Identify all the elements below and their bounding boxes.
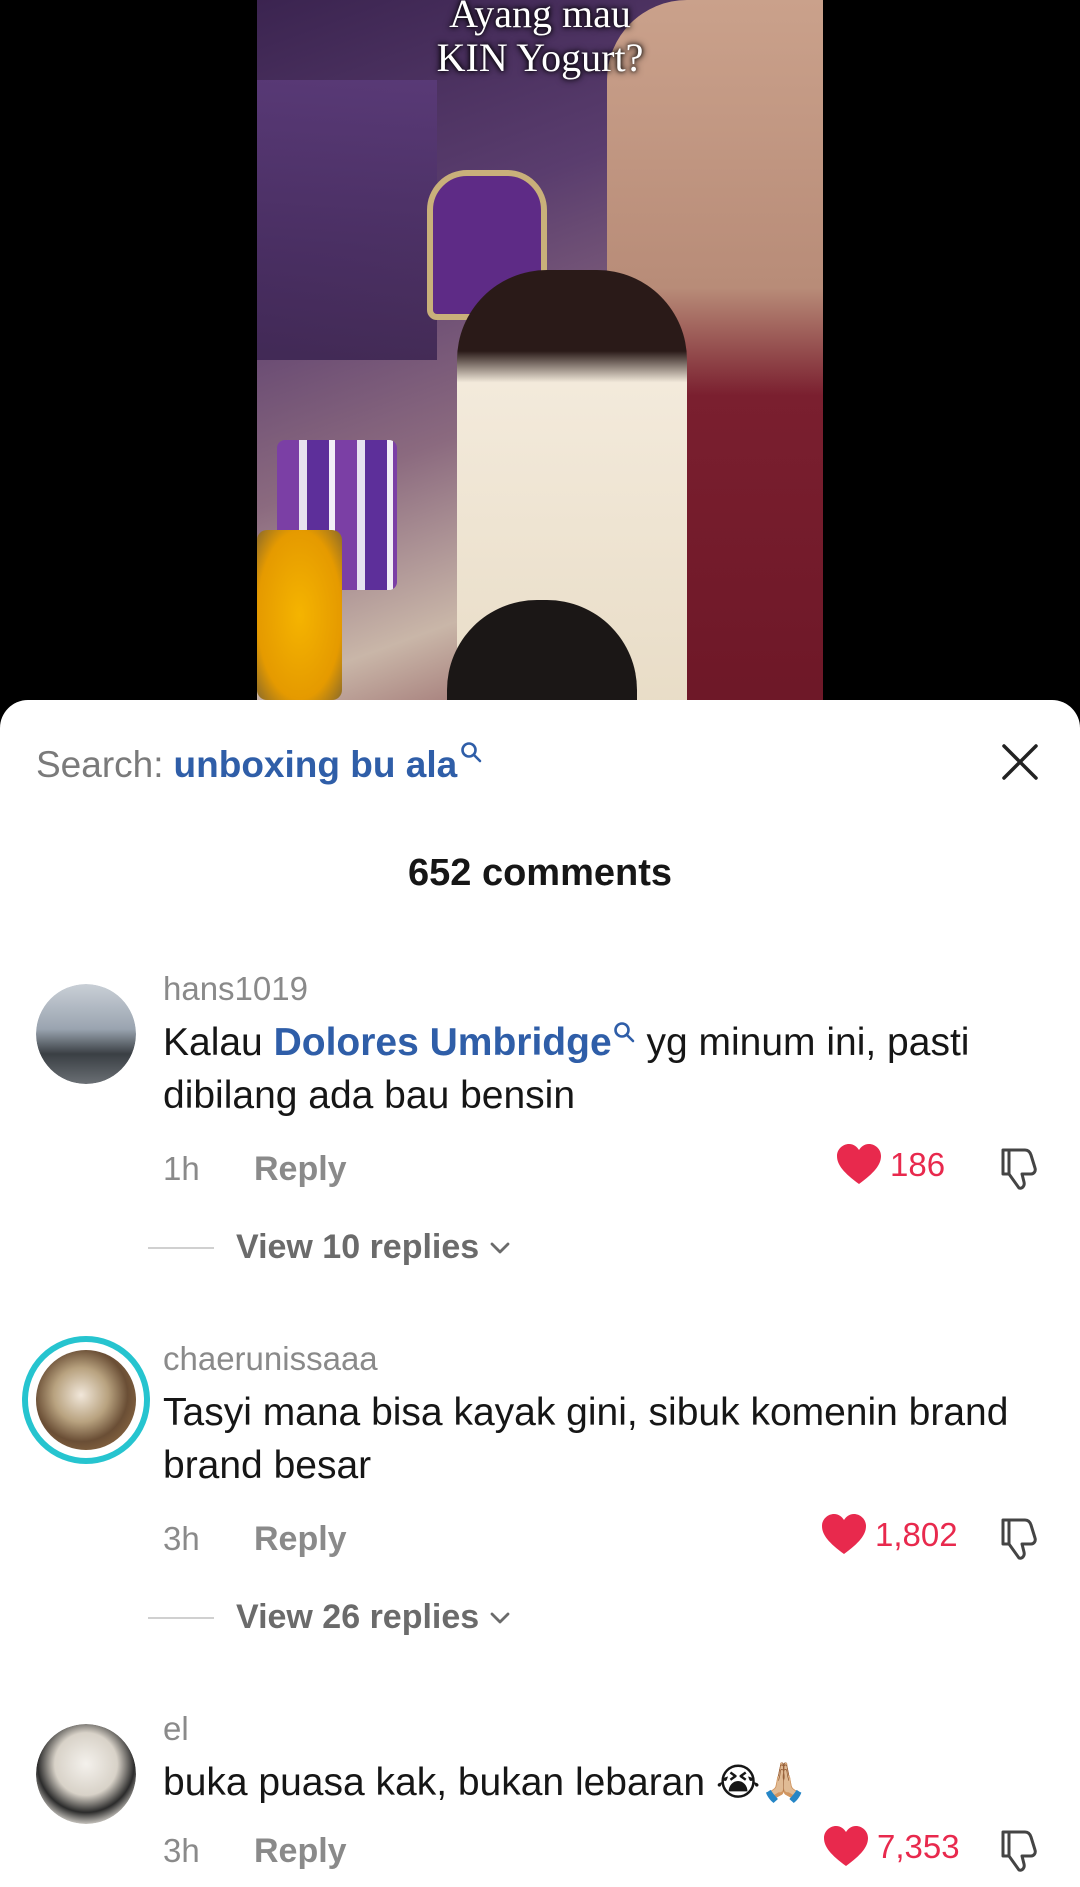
like-count: 7,353 [877, 1828, 960, 1865]
comment-text: Kalau Dolores Umbridge yg minum ini, pas… [163, 1016, 1043, 1122]
view-replies-label: View 26 replies [236, 1598, 480, 1636]
video-caption-line2: KIN Yogurt? [436, 35, 644, 80]
chevron-down-icon [490, 1242, 510, 1253]
reply-button[interactable]: Reply [254, 1520, 347, 1559]
view-replies-button[interactable]: View 10 replies [148, 1228, 513, 1267]
like-button[interactable]: 186 [836, 1144, 945, 1186]
dislike-icon[interactable] [995, 1144, 1043, 1192]
comment-time: 3h [163, 1832, 200, 1869]
comments-count: 652 comments [407, 852, 672, 894]
reply-button[interactable]: Reply [254, 1832, 347, 1871]
video-caption: Ayang mau KIN Yogurt? [257, 0, 823, 80]
dislike-icon[interactable] [995, 1826, 1043, 1874]
like-button[interactable]: 1,802 [821, 1514, 958, 1556]
view-replies-button[interactable]: View 26 replies [148, 1598, 513, 1637]
search-icon [461, 742, 482, 763]
comment-item: hans1019 Kalau Dolores Umbridge yg minum… [0, 970, 1080, 1280]
comment-text-part: buka puasa kak, bukan lebaran [163, 1761, 706, 1804]
divider [148, 1246, 214, 1249]
heart-icon [824, 1826, 868, 1866]
divider [148, 1616, 214, 1619]
decor-curtain [257, 80, 437, 360]
comment-username[interactable]: chaerunissaaa [163, 1340, 378, 1378]
video-thumbnail[interactable]: Ayang mau KIN Yogurt? [257, 0, 823, 720]
like-count: 186 [890, 1146, 946, 1183]
comments-sheet: Search: unboxing bu ala 652 comments han… [0, 700, 1080, 1887]
comment-text: Tasyi mana bisa kayak gini, sibuk komeni… [163, 1391, 1009, 1487]
comment-time: 3h [163, 1520, 200, 1557]
comment-username[interactable]: el [163, 1710, 189, 1748]
like-count: 1,802 [875, 1516, 958, 1553]
comment-item: el buka puasa kak, bukan lebaran 😭🙏🏼 3h … [0, 1710, 1080, 1887]
close-icon[interactable] [998, 740, 1042, 784]
comment-time: 1h [163, 1150, 200, 1187]
search-term-link[interactable]: unboxing bu ala [174, 744, 458, 786]
video-caption-line1: Ayang mau [449, 0, 631, 36]
chevron-down-icon [490, 1612, 510, 1623]
reply-button[interactable]: Reply [254, 1150, 347, 1189]
avatar[interactable] [22, 1336, 150, 1464]
comment-text-part: Kalau [163, 1021, 274, 1064]
search-label: Search: [36, 744, 164, 785]
mention-link[interactable]: Dolores Umbridge [274, 1021, 612, 1064]
emoji: 😭🙏🏼 [715, 1762, 808, 1804]
comment-text: buka puasa kak, bukan lebaran 😭🙏🏼 [163, 1756, 1043, 1810]
avatar[interactable] [36, 1724, 136, 1824]
comment-username[interactable]: hans1019 [163, 970, 308, 1008]
view-replies-label: View 10 replies [236, 1228, 480, 1266]
avatar[interactable] [36, 984, 136, 1084]
heart-icon [837, 1144, 881, 1184]
heart-icon [822, 1514, 866, 1554]
comment-item: chaerunissaaa Tasyi mana bisa kayak gini… [0, 1336, 1080, 1650]
dislike-icon[interactable] [995, 1514, 1043, 1562]
search-suggestion[interactable]: Search: unboxing bu ala [36, 742, 483, 786]
search-icon [613, 1022, 634, 1043]
fruit-bowl [257, 530, 342, 700]
video-player[interactable]: Ayang mau KIN Yogurt? [0, 0, 1080, 720]
like-button[interactable]: 7,353 [823, 1826, 960, 1868]
